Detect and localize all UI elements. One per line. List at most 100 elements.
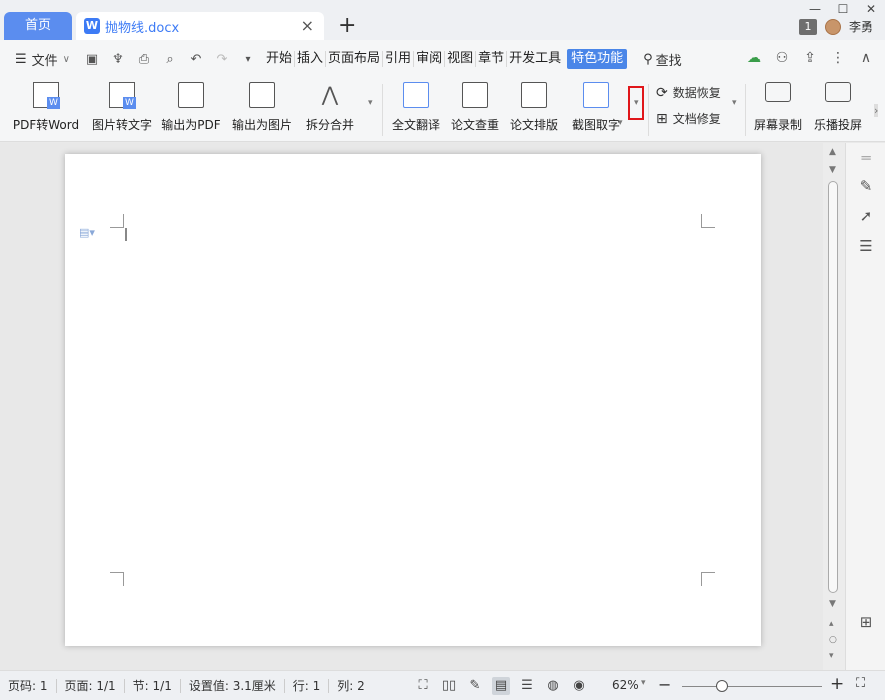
ribbon-divider (382, 84, 383, 136)
more-tools-arrow-icon[interactable]: ▾ (368, 98, 373, 108)
select-browse-icon[interactable]: ○ (829, 635, 837, 645)
vertical-scrollbar[interactable]: ▲ ▼ ▼ ▴ ○ ▾ (823, 143, 845, 670)
close-tab-icon[interactable]: × (301, 16, 314, 35)
customize-icon[interactable]: ▾ (238, 54, 258, 65)
ocr-button[interactable]: 截图取字 (567, 78, 625, 142)
translate-button[interactable]: 全文翻译 (390, 78, 442, 142)
tab-home[interactable]: 首页 (4, 12, 72, 40)
tab-page-layout[interactable]: 页面布局 (326, 51, 384, 67)
eye-protection-icon[interactable]: ◉ (570, 677, 588, 695)
tab-start[interactable]: 开始 (264, 51, 296, 67)
edit-icon[interactable]: ✎ (846, 177, 885, 195)
export-pdf-button[interactable]: 输出为PDF (161, 78, 221, 142)
plagiarism-check-label: 论文查重 (450, 118, 499, 132)
file-menu[interactable]: ☰ 文件 ∨ (0, 50, 82, 69)
tools-more-icon[interactable]: ▾ (732, 98, 737, 108)
undo-icon[interactable]: ↶ (186, 52, 206, 67)
fullscreen-icon[interactable]: ⛶ (414, 677, 432, 695)
doc-repair-label: 文档修复 (672, 112, 721, 126)
document-name: 抛物线.docx (105, 20, 180, 36)
collaborate-icon[interactable]: ⚇ (773, 50, 791, 66)
translate-label: 全文翻译 (391, 118, 440, 132)
outline-view-icon[interactable]: ☰ (518, 677, 536, 695)
new-tab-button[interactable]: + (338, 12, 356, 40)
pdf-to-word-button[interactable]: PDF转Word (12, 78, 80, 142)
user-name[interactable]: 李勇 (849, 18, 873, 35)
export-pdf-icon (178, 82, 204, 108)
scroll-down-icon[interactable]: ▼ (829, 599, 836, 609)
paper-layout-button[interactable]: 论文排版 (508, 78, 560, 142)
paragraph-icon[interactable]: ▤▾ (79, 226, 95, 239)
more-icon[interactable]: ⋮ (829, 50, 847, 66)
format-painter-icon[interactable]: ♆ (108, 52, 128, 67)
ribbon-scroll-right-icon[interactable]: › (874, 104, 879, 117)
notification-badge[interactable]: 1 (798, 18, 817, 35)
prev-page-icon[interactable]: ▴ (829, 619, 834, 629)
document-workspace[interactable]: ▤▾ ▲ ▼ ▼ ▴ ○ ▾ (0, 143, 845, 670)
export-image-button[interactable]: 输出为图片 (230, 78, 294, 142)
scroll-down-icon[interactable]: ▼ (829, 165, 836, 175)
zoom-dropdown-icon[interactable]: ▾ (641, 678, 646, 688)
column-indicator[interactable]: 列: 2 (329, 679, 373, 693)
title-bar: 首页 W 抛物线.docx × + — ☐ ✕ 1 李勇 (0, 0, 885, 40)
image-to-text-label: 图片转文字 (91, 118, 152, 132)
print-preview-icon[interactable]: ⌕ (160, 52, 180, 67)
cast-button[interactable]: 乐播投屏 (810, 78, 866, 142)
doc-repair-button[interactable]: ⊞ 文档修复 (656, 110, 721, 127)
section-count[interactable]: 节: 1/1 (125, 678, 181, 693)
data-recovery-button[interactable]: ⟳ 数据恢复 (656, 84, 721, 101)
next-page-icon[interactable]: ▾ (829, 651, 834, 661)
collapse-panel-icon[interactable]: ═ (846, 149, 885, 167)
data-recovery-label: 数据恢复 (672, 86, 721, 100)
view-mode-icons: ⛶ ▯▯ ✎ ▤ ☰ ◍ ◉ (414, 677, 588, 695)
tab-view[interactable]: 视图 (445, 51, 477, 67)
tab-references[interactable]: 引用 (383, 51, 415, 67)
tab-review[interactable]: 审阅 (414, 51, 446, 67)
apps-grid-icon[interactable]: ⊞ (846, 613, 885, 631)
plagiarism-check-button[interactable]: 论文查重 (449, 78, 501, 142)
redo-icon[interactable]: ↷ (212, 52, 232, 67)
pdf-to-word-label: PDF转Word (12, 118, 80, 132)
page-count[interactable]: 页面: 1/1 (57, 678, 125, 693)
page-number[interactable]: 页码: 1 (0, 678, 57, 693)
screen-record-button[interactable]: 屏幕录制 (752, 78, 804, 142)
export-pdf-label: 输出为PDF (161, 118, 221, 132)
cloud-sync-icon[interactable]: ☁ (745, 50, 763, 66)
minimize-button[interactable]: — (801, 0, 829, 18)
scrollbar-thumb[interactable] (828, 181, 838, 593)
tab-chapter[interactable]: 章节 (476, 51, 508, 67)
ocr-dropdown-icon[interactable]: ▾ (618, 118, 623, 128)
text-cursor (125, 228, 127, 241)
web-view-icon[interactable]: ◍ (544, 677, 562, 695)
setting-value[interactable]: 设置值: 3.1厘米 (181, 678, 285, 693)
row-indicator[interactable]: 行: 1 (285, 678, 330, 693)
close-window-button[interactable]: ✕ (857, 0, 885, 18)
tab-insert[interactable]: 插入 (295, 51, 327, 67)
tab-developer[interactable]: 开发工具 (507, 51, 563, 67)
maximize-button[interactable]: ☐ (829, 0, 857, 18)
zoom-in-icon[interactable]: + (830, 674, 844, 694)
ocr-label: 截图取字 (571, 118, 620, 132)
select-pointer-icon[interactable]: ➚ (846, 207, 885, 225)
zoom-out-icon[interactable]: − (658, 675, 671, 694)
zoom-slider-knob[interactable] (716, 680, 728, 692)
tab-document[interactable]: W 抛物线.docx × (76, 12, 324, 40)
zoom-level[interactable]: 62% (612, 678, 639, 692)
image-to-text-button[interactable]: 图片转文字 (90, 78, 154, 142)
zoom-slider[interactable] (682, 680, 822, 692)
pen-icon[interactable]: ✎ (466, 677, 484, 695)
save-icon[interactable]: ▣ (82, 52, 102, 67)
collapse-ribbon-icon[interactable]: ∧ (857, 50, 875, 66)
avatar[interactable] (824, 18, 841, 35)
page-view-icon[interactable]: ▤ (492, 677, 510, 695)
search-button[interactable]: ⚲ 查找 (643, 50, 682, 69)
settings-sliders-icon[interactable]: ☰ (846, 237, 885, 255)
tab-special-features[interactable]: 特色功能 (567, 49, 628, 69)
split-merge-button[interactable]: ⋀ 拆分合并 (300, 78, 360, 142)
scroll-up-icon[interactable]: ▲ (829, 147, 836, 157)
share-icon[interactable]: ⇪ (801, 50, 819, 66)
reading-mode-icon[interactable]: ▯▯ (440, 677, 458, 695)
document-page[interactable]: ▤▾ (65, 154, 761, 646)
fit-page-icon[interactable]: ⛶ (856, 676, 865, 691)
print-icon[interactable]: ⎙ (134, 52, 154, 67)
